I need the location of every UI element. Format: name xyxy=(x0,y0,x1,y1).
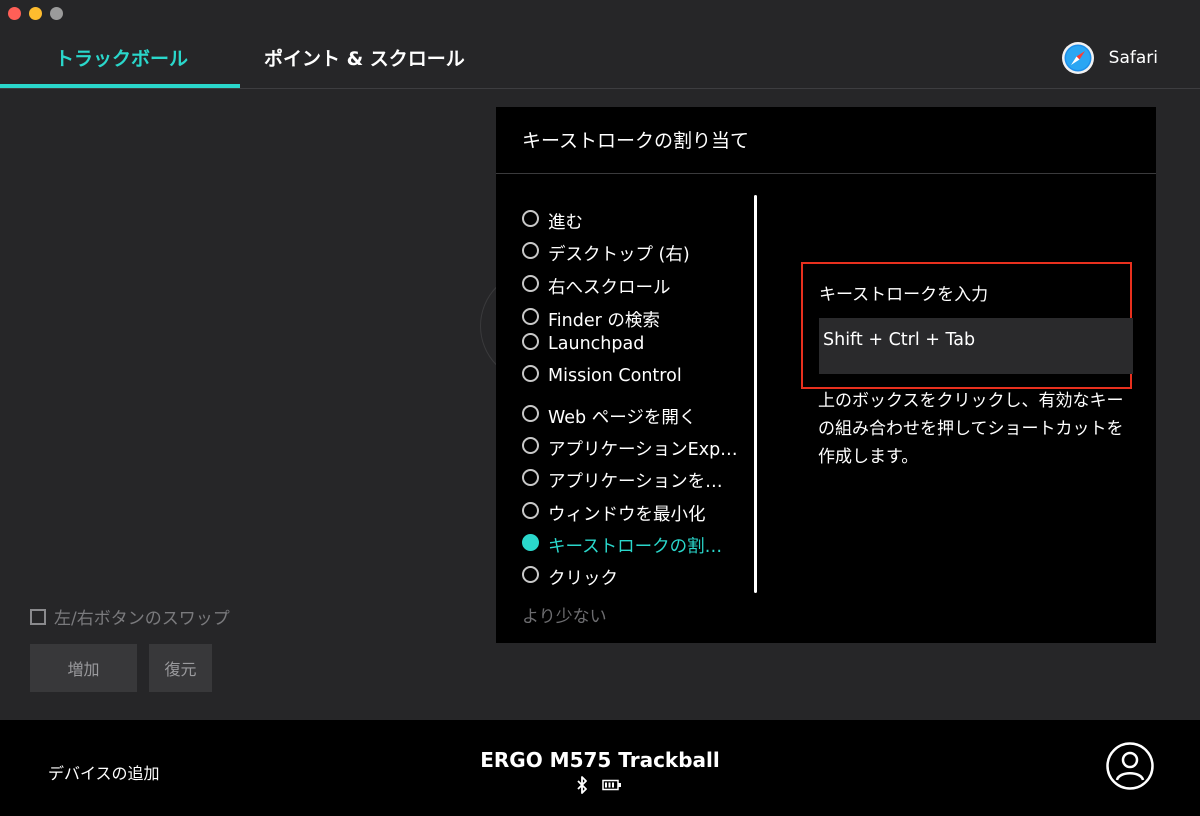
action-minimize-window[interactable]: ウィンドウを最小化 xyxy=(522,501,706,526)
panel-divider xyxy=(496,173,1156,174)
active-tab-indicator xyxy=(0,84,240,88)
action-launchpad[interactable]: Launchpad xyxy=(522,332,644,354)
keystroke-input[interactable]: Shift + Ctrl + Tab xyxy=(819,318,1133,374)
action-open-application[interactable]: アプリケーションを… xyxy=(522,468,723,493)
action-forward[interactable]: 進む xyxy=(522,209,583,234)
action-list-scrollbar[interactable] xyxy=(754,195,757,593)
safari-compass-icon xyxy=(1061,42,1094,74)
action-scroll-right[interactable]: 右へスクロール xyxy=(522,274,671,299)
radio-icon[interactable] xyxy=(522,242,539,259)
swap-checkbox[interactable] xyxy=(30,608,46,625)
radio-icon[interactable] xyxy=(522,210,539,227)
profile-icon[interactable] xyxy=(1106,742,1154,790)
radio-selected-icon[interactable] xyxy=(522,534,539,551)
swap-label: 左/右ボタンのスワップ xyxy=(54,609,230,629)
bluetooth-icon xyxy=(577,776,587,794)
radio-icon[interactable] xyxy=(522,275,539,292)
action-open-web-page[interactable]: Web ページを開く xyxy=(522,404,696,429)
action-finder-search[interactable]: Finder の検索 xyxy=(522,307,660,332)
app-selector[interactable]: Safari xyxy=(1061,41,1158,75)
action-list[interactable]: 進む デスクトップ (右) 右へスクロール Finder の検索 Launchp… xyxy=(522,199,752,591)
app-label: Safari xyxy=(1108,48,1158,68)
radio-icon[interactable] xyxy=(522,405,539,422)
action-keystroke-assignment[interactable]: キーストロークの割… xyxy=(522,533,722,558)
battery-icon xyxy=(602,779,621,791)
keystroke-value: Shift + Ctrl + Tab xyxy=(823,330,976,350)
keystroke-assignment-panel: キーストロークの割り当て 進む デスクトップ (右) 右へスクロール Finde… xyxy=(496,107,1156,643)
tab-point-and-scroll[interactable]: ポイント & スクロール xyxy=(264,44,465,71)
radio-icon[interactable] xyxy=(522,332,539,350)
device-name: ERGO M575 Trackball xyxy=(480,748,720,772)
radio-icon[interactable] xyxy=(522,469,539,486)
radio-icon[interactable] xyxy=(522,364,539,382)
radio-icon[interactable] xyxy=(522,308,539,325)
radio-icon[interactable] xyxy=(522,566,539,583)
restore-button[interactable]: 復元 xyxy=(149,644,212,692)
swap-buttons-option[interactable]: 左/右ボタンのスワップ xyxy=(30,604,230,629)
device-status-icons xyxy=(576,776,622,794)
footer-bar: デバイスの追加 ERGO M575 Trackball xyxy=(0,720,1200,816)
action-mission-control[interactable]: Mission Control xyxy=(522,364,682,386)
keystroke-label: キーストロークを入力 xyxy=(819,285,989,305)
radio-icon[interactable] xyxy=(522,437,539,454)
show-less-link[interactable]: より少ない xyxy=(522,602,607,627)
panel-title: キーストロークの割り当て xyxy=(522,130,750,152)
tab-trackball[interactable]: トラックボール xyxy=(55,44,188,71)
keystroke-highlight-box: キーストロークを入力 Shift + Ctrl + Tab xyxy=(801,262,1133,389)
keystroke-help-text: 上のボックスをクリックし、有効なキーの組み合わせを押してショートカットを作成しま… xyxy=(818,391,1124,467)
radio-icon[interactable] xyxy=(522,502,539,519)
add-button[interactable]: 増加 xyxy=(30,644,137,692)
action-click[interactable]: クリック xyxy=(522,565,618,590)
top-bar: トラックボール ポイント & スクロール Safari xyxy=(0,0,1200,89)
action-app-expose[interactable]: アプリケーションExp… xyxy=(522,436,738,461)
action-desktop-right[interactable]: デスクトップ (右) xyxy=(522,241,690,266)
